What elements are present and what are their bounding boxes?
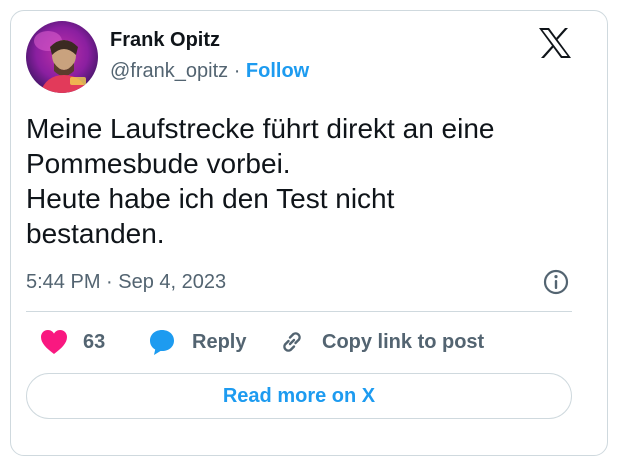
author-handle-row: @frank_opitz · Follow	[110, 60, 309, 83]
info-icon[interactable]	[542, 268, 570, 296]
read-more-button[interactable]: Read more on X	[26, 373, 572, 419]
divider	[26, 311, 572, 312]
copy-link-label: Copy link to post	[322, 330, 485, 353]
x-logo-icon[interactable]	[538, 27, 572, 59]
like-count: 63	[83, 330, 106, 353]
speech-bubble-icon	[150, 330, 174, 355]
tweet-timestamp[interactable]: 5:44 PM · Sep 4, 2023	[26, 271, 226, 294]
avatar[interactable]	[26, 21, 98, 93]
reply-label: Reply	[192, 330, 247, 353]
link-icon	[283, 332, 301, 352]
heart-icon	[41, 330, 67, 354]
author-handle[interactable]: @frank_opitz	[110, 60, 228, 82]
author-display-name[interactable]: Frank Opitz	[110, 29, 220, 52]
copy-link-button[interactable]: Copy link to post	[278, 328, 484, 356]
tweet-text: Meine Laufstrecke führt direkt an eine P…	[26, 113, 495, 249]
handle-separator: ·	[228, 60, 246, 82]
follow-button[interactable]: Follow	[246, 60, 309, 82]
reply-button[interactable]: Reply	[148, 328, 246, 356]
like-button[interactable]: 63	[40, 328, 105, 356]
